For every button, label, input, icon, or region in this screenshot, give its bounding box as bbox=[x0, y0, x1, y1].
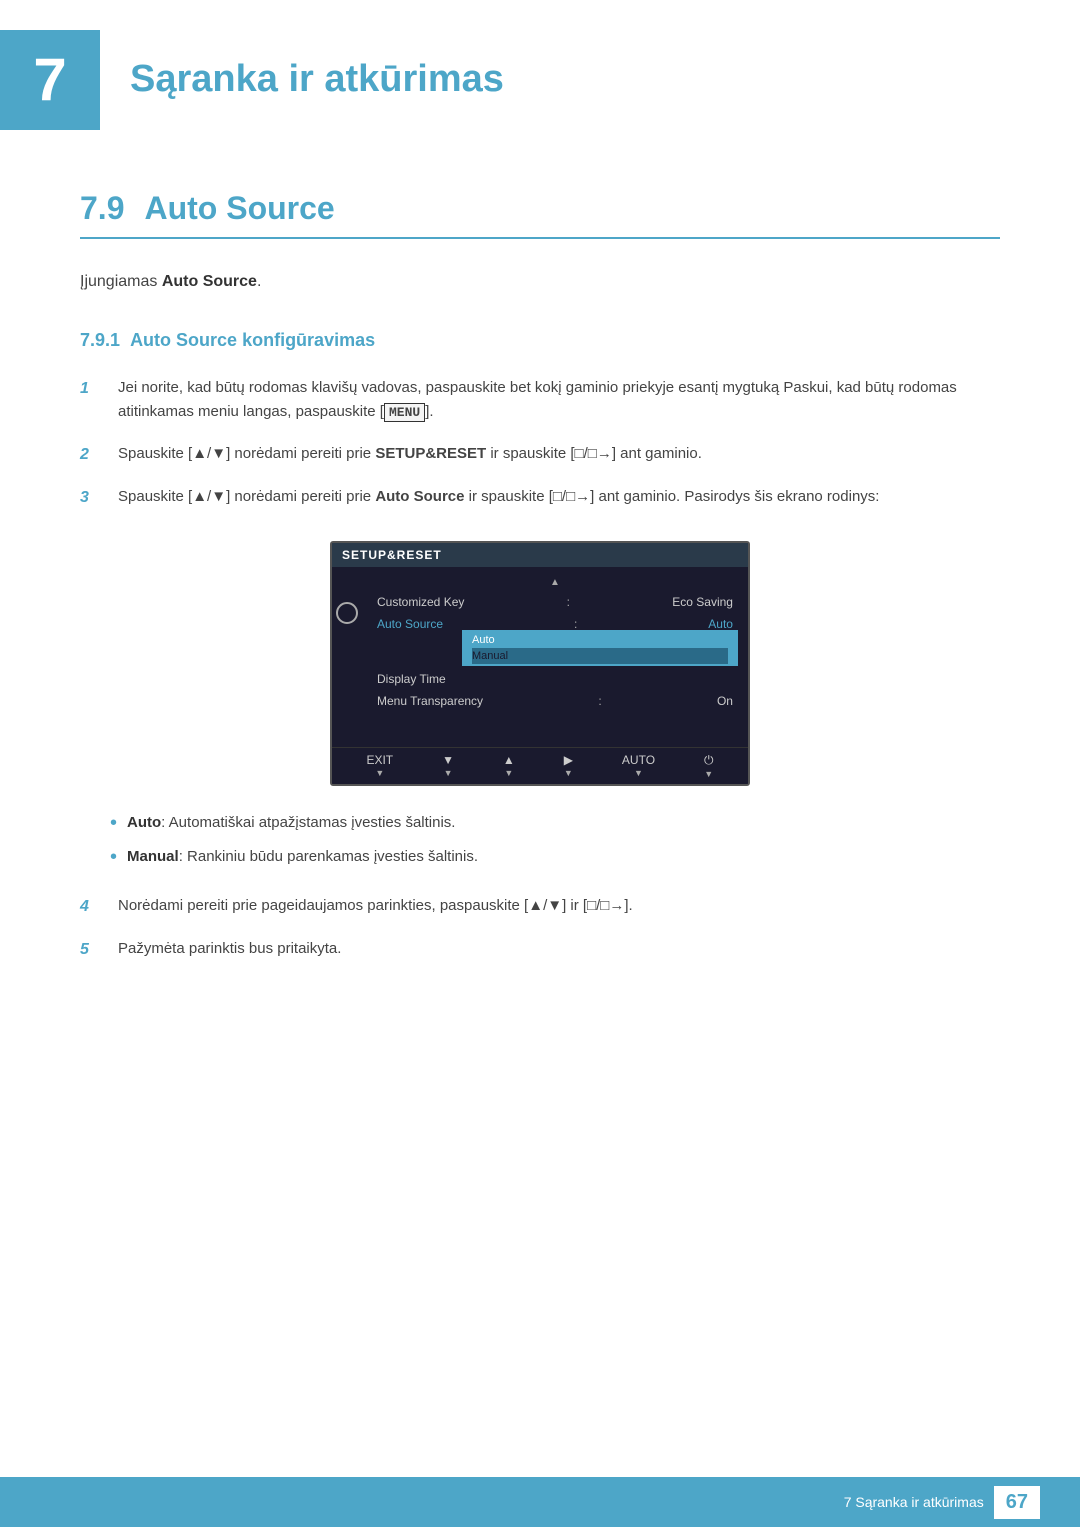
step-4-text: Norėdami pereiti prie pageidaujamos pari… bbox=[118, 894, 1000, 918]
footer-page-number: 67 bbox=[994, 1486, 1040, 1519]
menu-label-4: Menu Transparency bbox=[377, 694, 483, 708]
bullet-manual-text: Manual: Rankiniu būdu parenkamas įvestie… bbox=[127, 845, 478, 869]
subsection-heading: 7.9.1 Auto Source konfigūravimas bbox=[80, 330, 1000, 351]
step-1: 1 Jei norite, kad būtų rodomas klavišų v… bbox=[80, 376, 1000, 424]
monitor-menu-items: ▲ Customized Key : Eco Saving Auto Sourc… bbox=[362, 572, 748, 737]
bullet-auto: • Auto: Automatiškai atpažįstamas įvesti… bbox=[110, 811, 1000, 835]
step-5-text: Pažymėta parinktis bus pritaikyta. bbox=[118, 937, 1000, 961]
btn-power: ⏻ ▼ bbox=[704, 753, 714, 779]
chapter-title: Sąranka ir atkūrimas bbox=[130, 30, 504, 101]
monitor-menu-title: SETUP&RESET bbox=[332, 543, 748, 567]
intro-text-after: . bbox=[257, 273, 261, 290]
step-4: 4 Norėdami pereiti prie pageidaujamos pa… bbox=[80, 894, 1000, 920]
step-2-number: 2 bbox=[80, 442, 110, 468]
chapter-number-block: 7 bbox=[0, 30, 100, 130]
menu-label-2: Auto Source bbox=[377, 617, 443, 631]
subsection-number: 7.9.1 bbox=[80, 330, 120, 350]
menu-value-2: Auto bbox=[708, 617, 733, 631]
btn-enter: ▶ ▼ bbox=[564, 753, 573, 778]
chapter-number: 7 bbox=[33, 50, 66, 110]
step-2: 2 Spauskite [▲/▼] norėdami pereiti prie … bbox=[80, 442, 1000, 468]
intro-text-before: Įjungiamas bbox=[80, 273, 162, 290]
btn-up: ▲ ▼ bbox=[503, 753, 515, 778]
menu-row-menu-transparency: Menu Transparency : On bbox=[372, 690, 738, 712]
step-3: 3 Spauskite [▲/▼] norėdami pereiti prie … bbox=[80, 485, 1000, 511]
bullet-auto-text: Auto: Automatiškai atpažįstamas įvesties… bbox=[127, 811, 455, 835]
menu-value-1: Eco Saving bbox=[672, 595, 733, 609]
step-5: 5 Pažymėta parinktis bus pritaikyta. bbox=[80, 937, 1000, 963]
menu-row-display-time: Display Time bbox=[372, 668, 738, 690]
subsection-title-text: Auto Source konfigūravimas bbox=[130, 330, 375, 350]
menu-label-3: Display Time bbox=[377, 672, 446, 686]
menu-value-4: On bbox=[717, 694, 733, 708]
section-title-text: Auto Source bbox=[144, 190, 334, 226]
step-2-text: Spauskite [▲/▼] norėdami pereiti prie SE… bbox=[118, 442, 1000, 466]
section-heading: 7.9 Auto Source bbox=[80, 190, 1000, 239]
section-number: 7.9 bbox=[80, 190, 124, 226]
submenu-item-manual: Manual bbox=[472, 648, 728, 664]
step-3-text: Spauskite [▲/▼] norėdami pereiti prie Au… bbox=[118, 485, 1000, 509]
steps-list: 1 Jei norite, kad būtų rodomas klavišų v… bbox=[80, 376, 1000, 511]
btn-down: ▼ ▼ bbox=[442, 753, 454, 778]
monitor-screenshot: SETUP&RESET ▲ Customized Key : Eco Savin… bbox=[80, 541, 1000, 786]
intro-bold: Auto Source bbox=[162, 273, 257, 290]
menu-row-customized-key: Customized Key : Eco Saving bbox=[372, 591, 738, 613]
page-footer: 7 Sąranka ir atkūrimas 67 bbox=[0, 1477, 1080, 1527]
step-1-text: Jei norite, kad būtų rodomas klavišų vad… bbox=[118, 376, 1000, 424]
monitor-menu-content: ▲ Customized Key : Eco Saving Auto Sourc… bbox=[332, 567, 748, 742]
steps-list-2: 4 Norėdami pereiti prie pageidaujamos pa… bbox=[80, 894, 1000, 963]
submenu-item-auto: Auto bbox=[472, 632, 728, 648]
btn-exit: EXIT ▼ bbox=[366, 753, 393, 778]
intro-paragraph: Įjungiamas Auto Source. bbox=[80, 269, 1000, 295]
submenu-popup: Auto Manual bbox=[462, 630, 738, 666]
bullet-manual: • Manual: Rankiniu būdu parenkamas įvest… bbox=[110, 845, 1000, 869]
menu-label-1: Customized Key bbox=[377, 595, 464, 609]
btn-auto: AUTO ▼ bbox=[622, 753, 655, 778]
monitor-gear-area bbox=[332, 572, 362, 737]
step-4-number: 4 bbox=[80, 894, 110, 920]
monitor-bottom-bar: EXIT ▼ ▼ ▼ ▲ ▼ ▶ ▼ AUTO ▼ bbox=[332, 747, 748, 784]
step-1-number: 1 bbox=[80, 376, 110, 402]
step-5-number: 5 bbox=[80, 937, 110, 963]
up-arrow-indicator: ▲ bbox=[372, 577, 738, 588]
page-header: 7 Sąranka ir atkūrimas bbox=[0, 0, 1080, 150]
main-content: 7.9 Auto Source Įjungiamas Auto Source. 7… bbox=[0, 170, 1080, 1073]
gear-icon bbox=[336, 602, 358, 624]
footer-chapter-ref: 7 Sąranka ir atkūrimas bbox=[844, 1494, 984, 1510]
bullet-list: • Auto: Automatiškai atpažįstamas įvesti… bbox=[110, 811, 1000, 869]
step-3-number: 3 bbox=[80, 485, 110, 511]
monitor-display: SETUP&RESET ▲ Customized Key : Eco Savin… bbox=[330, 541, 750, 786]
